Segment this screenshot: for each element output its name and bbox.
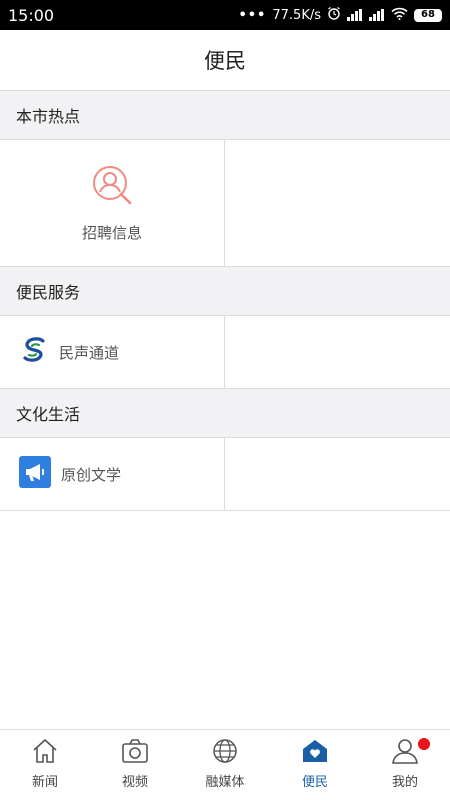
tile-empty: [225, 316, 450, 388]
tile-public-voice[interactable]: 民声通道: [0, 316, 225, 388]
bottom-nav: 新闻 视频 融媒体 便民 我的: [0, 729, 450, 800]
section-header-hotspot: 本市热点: [0, 91, 450, 140]
nav-label: 我的: [391, 775, 418, 790]
alarm-icon: [327, 6, 341, 24]
tile-label: 原创文学: [61, 465, 122, 484]
notification-badge: [418, 738, 430, 750]
tile-original-literature[interactable]: 原创文学: [0, 438, 225, 510]
page-title: 便民: [204, 49, 246, 73]
signal-icon: [347, 9, 363, 21]
recruit-search-icon: [91, 164, 133, 210]
status-bar: 15:00 ••• 77.5K/s 68: [0, 0, 450, 30]
nav-media[interactable]: 融媒体: [180, 730, 270, 800]
camera-icon: [121, 738, 149, 768]
page-header: 便民: [0, 30, 450, 91]
network-speed: 77.5K/s: [272, 7, 321, 23]
tile-empty: [225, 140, 450, 266]
nav-news[interactable]: 新闻: [0, 730, 90, 800]
person-icon: [391, 738, 419, 768]
s-logo-icon: [19, 336, 49, 368]
section-title: 便民服务: [16, 283, 81, 302]
section-header-services: 便民服务: [0, 267, 450, 316]
nav-label: 新闻: [31, 775, 58, 790]
section-grid-culture: 原创文学: [0, 438, 450, 511]
nav-label: 视频: [121, 775, 148, 790]
section-grid-hotspot: 招聘信息: [0, 140, 450, 267]
nav-video[interactable]: 视频: [90, 730, 180, 800]
heart-house-icon: [301, 738, 329, 768]
section-header-culture: 文化生活: [0, 389, 450, 438]
nav-label: 融媒体: [205, 775, 245, 790]
home-icon: [31, 738, 59, 768]
signal-icon-2: [369, 9, 385, 21]
status-indicators: ••• 77.5K/s 68: [238, 6, 442, 24]
tile-label: 民声通道: [59, 343, 120, 362]
globe-icon: [211, 738, 239, 768]
more-dots: •••: [238, 7, 267, 23]
tile-recruitment[interactable]: 招聘信息: [0, 140, 225, 266]
wifi-icon: [391, 7, 408, 24]
tile-empty: [225, 438, 450, 510]
section-grid-services: 民声通道: [0, 316, 450, 389]
nav-convenience[interactable]: 便民: [270, 730, 360, 800]
nav-label: 便民: [301, 775, 328, 790]
nav-profile[interactable]: 我的: [360, 730, 450, 800]
section-title: 文化生活: [16, 405, 81, 424]
section-title: 本市热点: [16, 107, 81, 126]
megaphone-icon: [19, 456, 51, 492]
battery-icon: 68: [414, 8, 442, 22]
status-time: 15:00: [8, 5, 55, 25]
tile-label: 招聘信息: [81, 223, 142, 242]
